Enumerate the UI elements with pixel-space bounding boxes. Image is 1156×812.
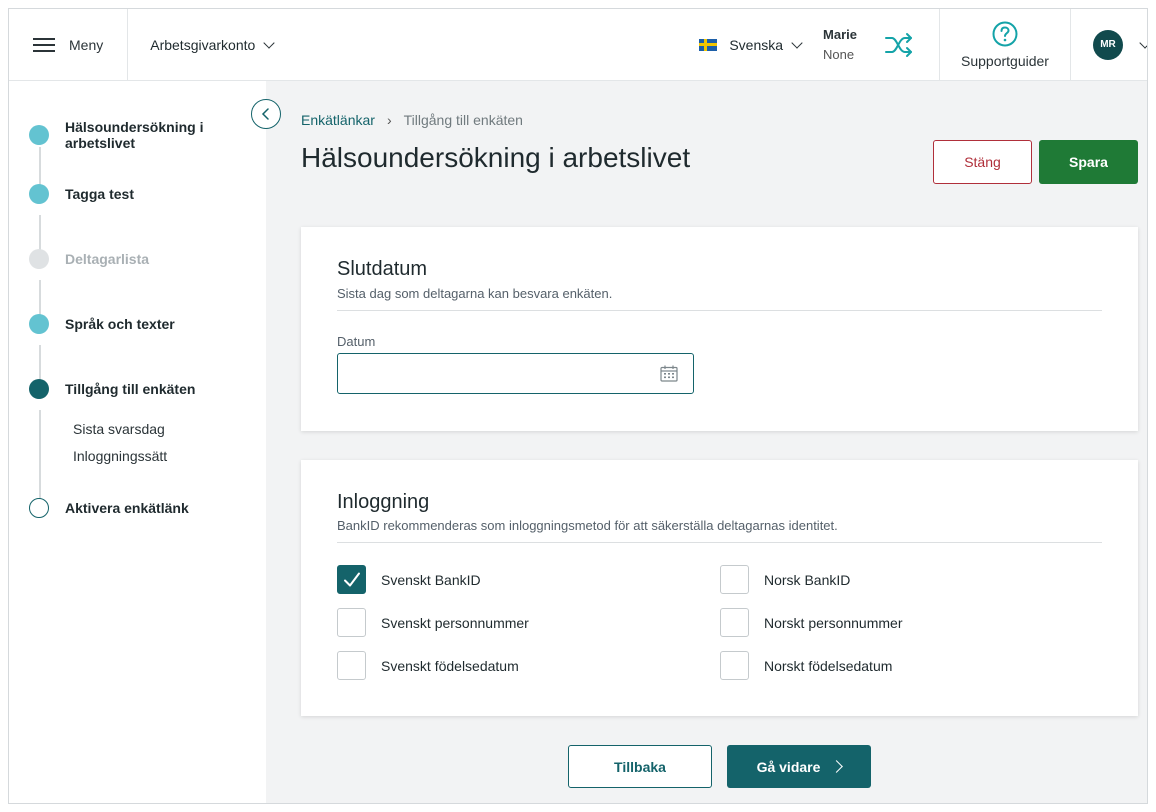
back-button[interactable]: Tillbaka [568,745,712,788]
step-survey-access[interactable]: Tillgång till enkäten [29,379,196,399]
step-tag-test[interactable]: Tagga test [29,184,134,204]
checkbox-label: Svenskt BankID [381,571,481,588]
menu-button[interactable]: Meny [9,9,129,81]
language-dropdown[interactable]: Svenska [699,36,803,53]
card-title: Inloggning [337,491,430,513]
divider [337,310,1102,311]
app-window: Meny Arbetsgivarkonto Svenska Marie None [8,8,1148,804]
chevron-down-icon [791,36,803,49]
step-connector [39,345,41,381]
account-dropdown[interactable]: Arbetsgivarkonto [128,9,295,81]
account-label: Arbetsgivarkonto [150,36,256,53]
checkbox-box[interactable] [337,608,366,637]
next-button-label: Gå vidare [756,758,821,775]
checkmark-icon [343,572,360,586]
user-menu[interactable]: MR [1071,29,1147,60]
calendar-icon[interactable] [660,365,678,382]
step-complete-icon [29,184,49,204]
substep-last-answer-day[interactable]: Sista svarsdag [73,421,165,437]
checkbox-box[interactable] [720,651,749,680]
step-disabled-icon [29,249,49,269]
language-label: Svenska [729,36,784,53]
date-field-label: Datum [337,334,376,349]
step-participant-list: Deltagarlista [29,249,150,269]
step-label: Tillgång till enkäten [65,381,196,397]
checkbox-box[interactable] [337,565,366,594]
save-button[interactable]: Spara [1039,140,1138,184]
step-health-survey[interactable]: Hälsoundersökning i arbetslivet [29,119,215,151]
chevron-down-icon [1139,36,1147,49]
checkbox-label: Svenskt personnummer [381,614,529,631]
login-card: Inloggning BankID rekommenderas som inlo… [301,460,1138,716]
step-label: Aktivera enkätlänk [65,500,189,516]
checkbox-label: Norsk BankID [764,571,851,588]
card-description: Sista dag som deltagarna kan besvara enk… [337,286,613,301]
checkbox-box[interactable] [720,608,749,637]
chevron-left-icon [261,108,269,120]
support-guides-button[interactable]: Supportguider [939,9,1071,81]
user-name: Marie [823,26,857,42]
step-active-icon [29,379,49,399]
breadcrumb-link[interactable]: Enkätlänkar [301,112,375,128]
divider [337,542,1102,543]
checkbox-label: Svenskt födelsedatum [381,657,519,674]
step-connector [39,280,41,316]
menu-label: Meny [69,36,104,53]
swedish-flag-icon [699,38,718,51]
card-description: BankID rekommenderas som inloggningsmeto… [337,518,838,533]
card-title: Slutdatum [337,258,428,280]
top-header: Meny Arbetsgivarkonto Svenska Marie None [9,9,1147,81]
step-language-texts[interactable]: Språk och texter [29,314,175,334]
checkbox-box[interactable] [337,651,366,680]
user-info: Marie None [823,25,857,65]
step-label: Språk och texter [65,316,175,332]
progress-sidebar: Hälsoundersökning i arbetslivet Tagga te… [9,81,266,803]
hamburger-icon [33,37,55,52]
breadcrumb: Enkätlänkar › Tillgång till enkäten [301,112,523,128]
checkbox-norwegian-birthdate[interactable]: Norskt födelsedatum [720,651,892,680]
step-connector [39,147,41,185]
step-connector [39,215,41,251]
step-label: Hälsoundersökning i arbetslivet [65,119,204,151]
user-organization: None [823,46,855,62]
step-connector [39,410,41,499]
step-label: Deltagarlista [65,251,150,267]
page-title: Hälsoundersökning i arbetslivet [301,142,691,173]
chevron-down-icon [263,36,275,49]
end-date-card: Slutdatum Sista dag som deltagarna kan b… [301,227,1138,431]
step-activate-link[interactable]: Aktivera enkätlänk [29,498,189,518]
avatar: MR [1093,29,1123,60]
checkbox-swedish-bankid[interactable]: Svenskt BankID [337,565,481,594]
checkbox-swedish-birthdate[interactable]: Svenskt födelsedatum [337,651,519,680]
close-button[interactable]: Stäng [933,140,1032,184]
support-label: Supportguider [961,52,1049,69]
checkbox-box[interactable] [720,565,749,594]
substep-login-method[interactable]: Inloggningssätt [73,448,167,464]
checkbox-norwegian-personal-number[interactable]: Norskt personnummer [720,608,903,637]
step-pending-icon [29,498,49,518]
chevron-right-icon: › [386,112,392,128]
switch-account-icon[interactable] [883,29,915,61]
step-complete-icon [29,314,49,334]
collapse-sidebar-button[interactable] [251,99,281,129]
checkbox-label: Norskt personnummer [764,614,903,631]
checkbox-swedish-personal-number[interactable]: Svenskt personnummer [337,608,529,637]
next-button[interactable]: Gå vidare [727,745,871,788]
date-input[interactable] [337,353,694,394]
step-complete-icon [29,125,49,145]
step-label: Tagga test [65,186,134,202]
checkbox-norwegian-bankid[interactable]: Norsk BankID [720,565,850,594]
checkbox-label: Norskt födelsedatum [764,657,893,674]
chevron-right-icon [830,760,844,773]
help-circle-icon [992,21,1018,46]
breadcrumb-current: Tillgång till enkäten [403,112,523,128]
